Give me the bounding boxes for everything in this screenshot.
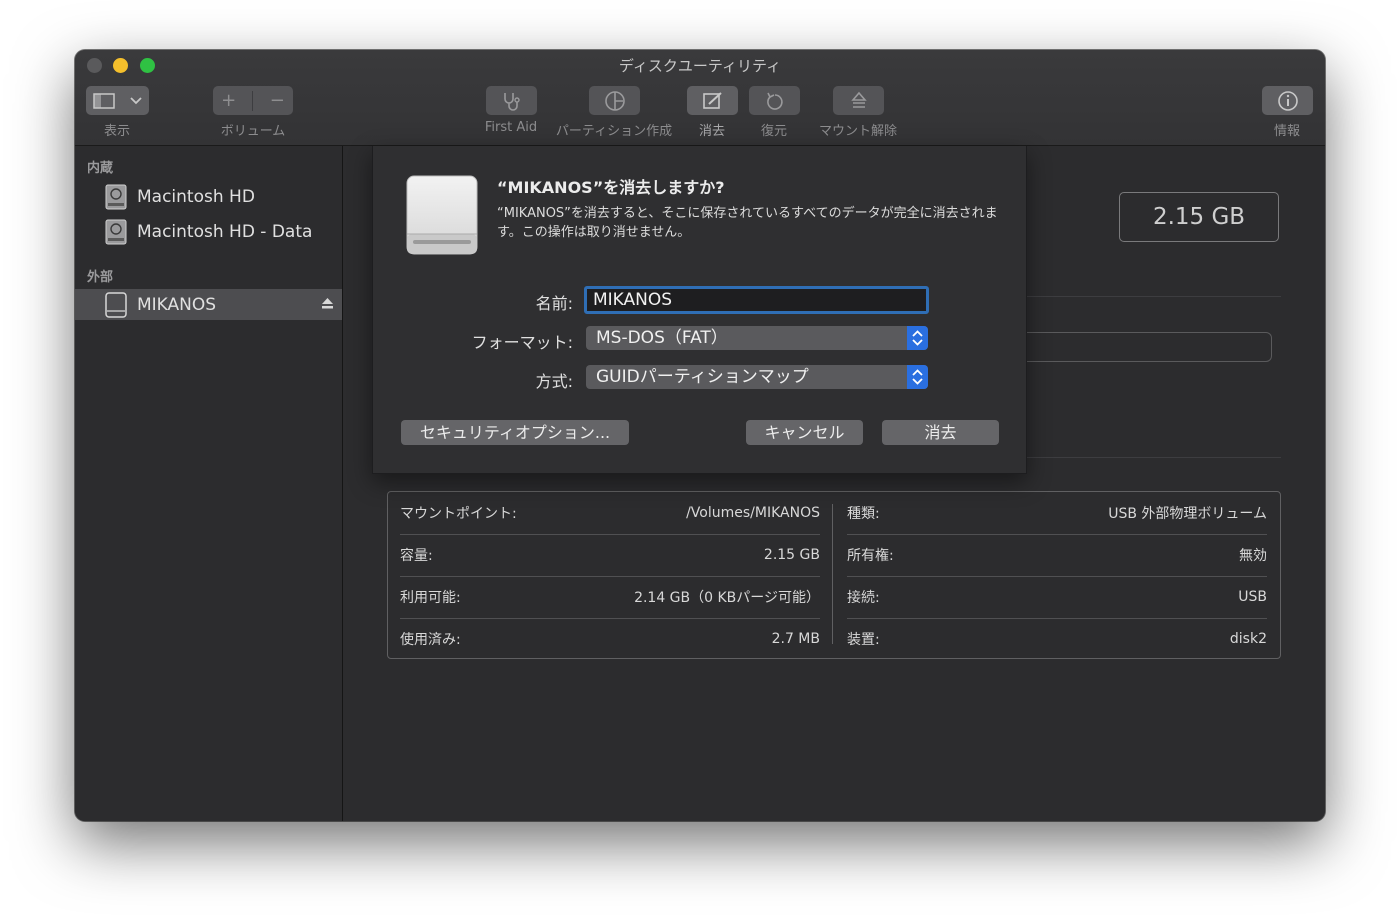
sidebar-item-label: Macintosh HD <box>137 186 255 207</box>
chevron-down-icon <box>130 96 142 104</box>
info-row-used: 使用済み: 2.7 MB <box>400 618 820 660</box>
view-button[interactable] <box>86 86 149 115</box>
row-separator <box>400 576 820 577</box>
sidebar-section-internal: 内蔵 <box>87 161 114 176</box>
erase-dialog: “MIKANOS”を消去しますか? “MIKANOS”を消去すると、そこに保存さ… <box>372 146 1027 474</box>
format-select-value: MS-DOS（FAT） <box>596 328 728 348</box>
column-separator <box>832 504 833 644</box>
partition-button[interactable] <box>589 86 640 115</box>
info-label: 種類: <box>847 506 880 522</box>
row-separator <box>847 576 1267 577</box>
restore-button[interactable] <box>749 86 800 115</box>
toolbar: ディスクユーティリティ 表示 + − ボリューム First Aid パーティシ… <box>75 50 1325 146</box>
info-label: 所有権: <box>847 548 894 564</box>
unmount-icon <box>850 91 867 108</box>
format-select[interactable]: MS-DOS（FAT） <box>586 326 928 350</box>
external-disk-icon <box>105 291 127 318</box>
disk-utility-window: ディスクユーティリティ 表示 + − ボリューム First Aid パーティシ… <box>75 50 1325 821</box>
info-row-device: 装置: disk2 <box>847 618 1267 660</box>
info-value: USB 外部物理ボリューム <box>1108 506 1267 522</box>
info-value: 無効 <box>1239 548 1267 564</box>
erase-label: 消去 <box>698 124 726 139</box>
unmount-button[interactable] <box>833 86 884 115</box>
eject-icon[interactable] <box>321 297 334 310</box>
info-value: 2.15 GB <box>763 547 820 563</box>
divider <box>1027 296 1281 297</box>
remove-volume-icon[interactable]: − <box>270 90 285 111</box>
sidebar-item-macintosh-hd[interactable]: Macintosh HD <box>75 181 342 212</box>
name-label: 名前: <box>535 294 573 313</box>
row-separator <box>400 618 820 619</box>
info-label: 装置: <box>847 632 880 648</box>
usage-bar <box>1027 332 1272 362</box>
info-value: USB <box>1238 589 1267 605</box>
info-row-capacity: 容量: 2.15 GB <box>400 534 820 576</box>
format-label: フォーマット: <box>471 333 573 352</box>
unmount-label: マウント解除 <box>818 124 898 139</box>
external-drive-icon <box>406 175 478 255</box>
security-options-button[interactable]: セキュリティオプション... <box>401 420 629 445</box>
row-separator <box>400 534 820 535</box>
first-aid-label: First Aid <box>484 120 538 135</box>
info-row-mount-point: マウントポイント: /Volumes/MIKANOS <box>400 492 820 534</box>
restore-arrow-icon <box>766 92 783 110</box>
info-value: /Volumes/MIKANOS <box>686 505 820 521</box>
info-label: 情報 <box>1273 124 1301 139</box>
row-separator <box>847 618 1267 619</box>
info-label: マウントポイント: <box>400 506 517 522</box>
view-label: 表示 <box>103 124 131 139</box>
internal-disk-icon <box>105 219 127 244</box>
sidebar: 内蔵 Macintosh HD Macintosh HD - Data 外部 M… <box>75 146 343 821</box>
info-label: 接続: <box>847 590 880 606</box>
dialog-message: “MIKANOS”を消去すると、そこに保存されているすべてのデータが完全に消去さ… <box>497 206 998 240</box>
restore-label: 復元 <box>760 124 788 139</box>
info-label: 使用済み: <box>400 632 461 648</box>
erase-toolbar-button[interactable] <box>687 86 738 115</box>
volume-segmented-control[interactable]: + − <box>213 86 293 115</box>
stethoscope-icon <box>503 92 520 111</box>
scheme-select-value: GUIDパーティションマップ <box>596 367 809 387</box>
internal-disk-icon <box>105 184 127 209</box>
erase-pencil-icon <box>702 91 722 109</box>
info-row-available: 利用可能: 2.14 GB（0 KBパージ可能） <box>400 576 820 618</box>
divider <box>1027 457 1281 458</box>
select-updown-icon <box>907 326 928 350</box>
info-row-connection: 接続: USB <box>847 576 1267 618</box>
info-value: 2.14 GB（0 KBパージ可能） <box>634 590 820 606</box>
first-aid-button[interactable] <box>486 86 537 115</box>
sidebar-item-label: MIKANOS <box>137 294 217 315</box>
sidebar-toggle-icon <box>93 92 115 109</box>
info-icon <box>1277 90 1298 111</box>
erase-button[interactable]: 消去 <box>882 420 999 445</box>
scheme-label: 方式: <box>535 372 573 391</box>
capacity-display: 2.15 GB <box>1119 192 1279 242</box>
info-value: disk2 <box>1229 631 1267 647</box>
name-input[interactable]: MIKANOS <box>584 286 929 314</box>
partition-label: パーティション作成 <box>555 124 673 139</box>
sidebar-section-external: 外部 <box>87 270 114 285</box>
info-row-type: 種類: USB 外部物理ボリューム <box>847 492 1267 534</box>
window-title: ディスクユーティリティ <box>618 57 782 75</box>
dialog-title: “MIKANOS”を消去しますか? <box>497 178 725 197</box>
sidebar-item-macintosh-hd-data[interactable]: Macintosh HD - Data <box>75 216 342 247</box>
sidebar-item-label: Macintosh HD - Data <box>137 221 313 242</box>
info-row-owners: 所有権: 無効 <box>847 534 1267 576</box>
row-separator <box>847 534 1267 535</box>
scheme-select[interactable]: GUIDパーティションマップ <box>586 365 928 389</box>
info-button[interactable] <box>1262 86 1313 115</box>
volume-label: ボリューム <box>220 124 286 139</box>
select-updown-icon <box>907 365 928 389</box>
info-label: 容量: <box>400 548 433 564</box>
pie-chart-icon <box>604 90 625 111</box>
volume-info-table: マウントポイント: /Volumes/MIKANOS 容量: 2.15 GB 利… <box>387 491 1281 659</box>
sidebar-item-mikanos[interactable]: MIKANOS <box>75 289 342 320</box>
cancel-button[interactable]: キャンセル <box>746 420 863 445</box>
info-label: 利用可能: <box>400 590 461 606</box>
info-value: 2.7 MB <box>771 631 820 647</box>
add-volume-icon[interactable]: + <box>221 90 236 111</box>
